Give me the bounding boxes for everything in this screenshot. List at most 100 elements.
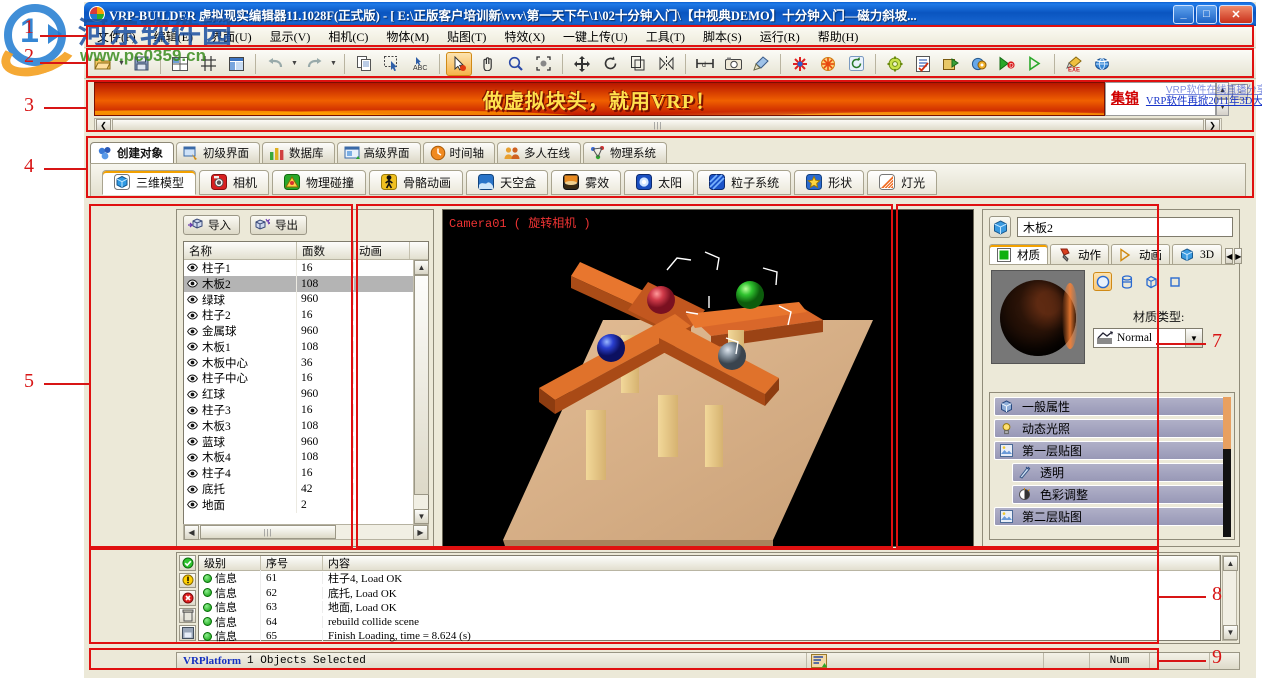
property-tab-1[interactable]: 动作	[1050, 244, 1109, 264]
rollup-item-0[interactable]: 一般属性	[994, 397, 1230, 416]
menu-item-12[interactable]: 帮助(H)	[809, 26, 868, 47]
log-scroll-down-button[interactable]: ▼	[1223, 625, 1238, 640]
refresh-icon[interactable]	[843, 52, 869, 76]
undo-icon[interactable]	[262, 52, 288, 76]
object-list-item[interactable]: 柱子416	[184, 465, 413, 481]
browser-icon[interactable]	[1089, 52, 1115, 76]
primary-tab-3[interactable]: 高级界面	[337, 142, 421, 163]
secondary-tab-3[interactable]: 骨骼动画	[369, 170, 463, 195]
menu-item-11[interactable]: 运行(R)	[751, 26, 809, 47]
visibility-eye-icon[interactable]	[187, 406, 198, 415]
secondary-tab-2[interactable]: 物理碰撞	[272, 170, 366, 195]
snapshot-icon[interactable]	[720, 52, 746, 76]
viewport-3d[interactable]: Camera01 ( 旋转相机 )	[442, 209, 974, 547]
visibility-eye-icon[interactable]	[187, 453, 198, 462]
save-log-icon[interactable]	[179, 625, 196, 641]
zoom-extents-icon[interactable]	[530, 52, 556, 76]
object-list-item[interactable]: 绿球960	[184, 292, 413, 308]
secondary-tab-9[interactable]: 灯光	[867, 170, 937, 195]
object-name-cell[interactable]: 柱子中心	[184, 370, 297, 386]
object-column-header-0[interactable]: 名称	[184, 242, 297, 259]
object-list-item[interactable]: 木板4108	[184, 450, 413, 466]
object-column-header-2[interactable]: 动画	[354, 242, 410, 259]
visibility-eye-icon[interactable]	[187, 311, 198, 320]
promo-side-label[interactable]: 集锦	[1111, 88, 1139, 108]
log-column-header-2[interactable]: 内容	[323, 556, 1220, 570]
checklist-icon[interactable]	[910, 52, 936, 76]
rollup-item-5[interactable]: 第二层贴图	[994, 507, 1230, 526]
object-list-hscrollbar[interactable]: ◀ ||| ▶	[183, 524, 429, 540]
text-tool-icon[interactable]: ABC	[407, 52, 433, 76]
visibility-eye-icon[interactable]	[187, 327, 198, 336]
maximize-button[interactable]: □	[1196, 5, 1217, 24]
object-name-cell[interactable]: 蓝球	[184, 434, 297, 450]
error-filter-icon[interactable]	[179, 590, 196, 606]
promo-scroll-right-button[interactable]: ❯	[1205, 119, 1220, 131]
promo-scroll-thumb[interactable]: |||	[112, 119, 1204, 131]
object-name-cell[interactable]: 绿球	[184, 292, 297, 308]
object-name-cell[interactable]: 柱子4	[184, 465, 297, 481]
object-name-cell[interactable]: 地面	[184, 497, 297, 513]
rollup-item-1[interactable]: 动态光照	[994, 419, 1230, 438]
rotate-icon[interactable]	[597, 52, 623, 76]
sun-effect-icon[interactable]	[815, 52, 841, 76]
secondary-tab-6[interactable]: 太阳	[624, 170, 694, 195]
property-tab-0[interactable]: 材质	[989, 244, 1048, 264]
property-tab-next-button[interactable]: ▶	[1234, 248, 1242, 264]
log-row[interactable]: 信息63地面, Load OK	[199, 600, 1220, 615]
sphere-preview-icon[interactable]	[1093, 272, 1112, 291]
scroll-right-button[interactable]: ▶	[413, 525, 428, 540]
log-vscrollbar[interactable]: ▲ ▼	[1222, 555, 1237, 641]
menu-item-6[interactable]: 贴图(T)	[438, 26, 495, 47]
menu-item-8[interactable]: 一键上传(U)	[554, 26, 637, 47]
menu-item-7[interactable]: 特效(X)	[495, 26, 554, 47]
copy-icon[interactable]	[351, 52, 377, 76]
secondary-tab-4[interactable]: 天空盒	[466, 170, 548, 195]
open-file-icon[interactable]	[89, 52, 115, 76]
rollup-scroll-thumb[interactable]	[1223, 397, 1231, 449]
run-debug-icon[interactable]: D	[994, 52, 1020, 76]
scroll-down-button[interactable]: ▼	[414, 509, 429, 524]
visibility-eye-icon[interactable]	[187, 279, 198, 288]
promo-side-panel[interactable]: VRP软件在线直播分享 集锦 VRP软件再掀2011年3D大赛高潮 成市场通用软…	[1105, 82, 1216, 116]
object-list-item[interactable]: 木板中心36	[184, 355, 413, 371]
object-list-item[interactable]: 柱子216	[184, 307, 413, 323]
menu-item-4[interactable]: 相机(C)	[319, 26, 377, 47]
log-table-rows[interactable]: 信息61柱子4, Load OK信息62底托, Load OK信息63地面, L…	[199, 571, 1220, 644]
rollup-item-2[interactable]: 第一层贴图	[994, 441, 1230, 460]
object-name-cell[interactable]: 红球	[184, 386, 297, 402]
visibility-eye-icon[interactable]	[187, 500, 198, 509]
visibility-eye-icon[interactable]	[187, 342, 198, 351]
visibility-eye-icon[interactable]	[187, 421, 198, 430]
primary-tab-1[interactable]: 初级界面	[176, 142, 260, 163]
zoom-icon[interactable]	[502, 52, 528, 76]
menu-item-3[interactable]: 显示(V)	[261, 26, 320, 47]
secondary-tab-5[interactable]: 雾效	[551, 170, 621, 195]
object-name-cell[interactable]: 木板1	[184, 339, 297, 355]
log-row[interactable]: 信息64rebuild collide scene	[199, 615, 1220, 630]
menu-item-10[interactable]: 脚本(S)	[694, 26, 751, 47]
visibility-eye-icon[interactable]	[187, 358, 198, 367]
visibility-eye-icon[interactable]	[187, 374, 198, 383]
move-icon[interactable]	[569, 52, 595, 76]
redo-dropdown-icon[interactable]: ▼	[328, 52, 339, 76]
cylinder-preview-icon[interactable]	[1117, 272, 1136, 291]
visibility-eye-icon[interactable]	[187, 485, 198, 494]
menu-item-9[interactable]: 工具(T)	[637, 26, 694, 47]
visibility-eye-icon[interactable]	[187, 390, 198, 399]
log-column-header-1[interactable]: 序号	[261, 556, 323, 570]
mirror-icon[interactable]	[653, 52, 679, 76]
object-list-item[interactable]: 木板3108	[184, 418, 413, 434]
settings-gear-icon[interactable]	[882, 52, 908, 76]
clear-log-icon[interactable]	[179, 608, 196, 624]
hscroll-thumb[interactable]: |||	[200, 525, 336, 539]
menu-item-0[interactable]: 文件(F)	[88, 26, 145, 47]
material-type-select[interactable]: Normal ▼	[1093, 328, 1203, 348]
publish-icon[interactable]	[938, 52, 964, 76]
vscroll-thumb[interactable]	[414, 275, 429, 495]
info-filter-icon[interactable]	[179, 555, 196, 571]
run-icon[interactable]	[1022, 52, 1048, 76]
property-tab-2[interactable]: 动画	[1111, 244, 1170, 264]
grid-icon[interactable]	[195, 52, 221, 76]
object-list-item[interactable]: 蓝球960	[184, 434, 413, 450]
